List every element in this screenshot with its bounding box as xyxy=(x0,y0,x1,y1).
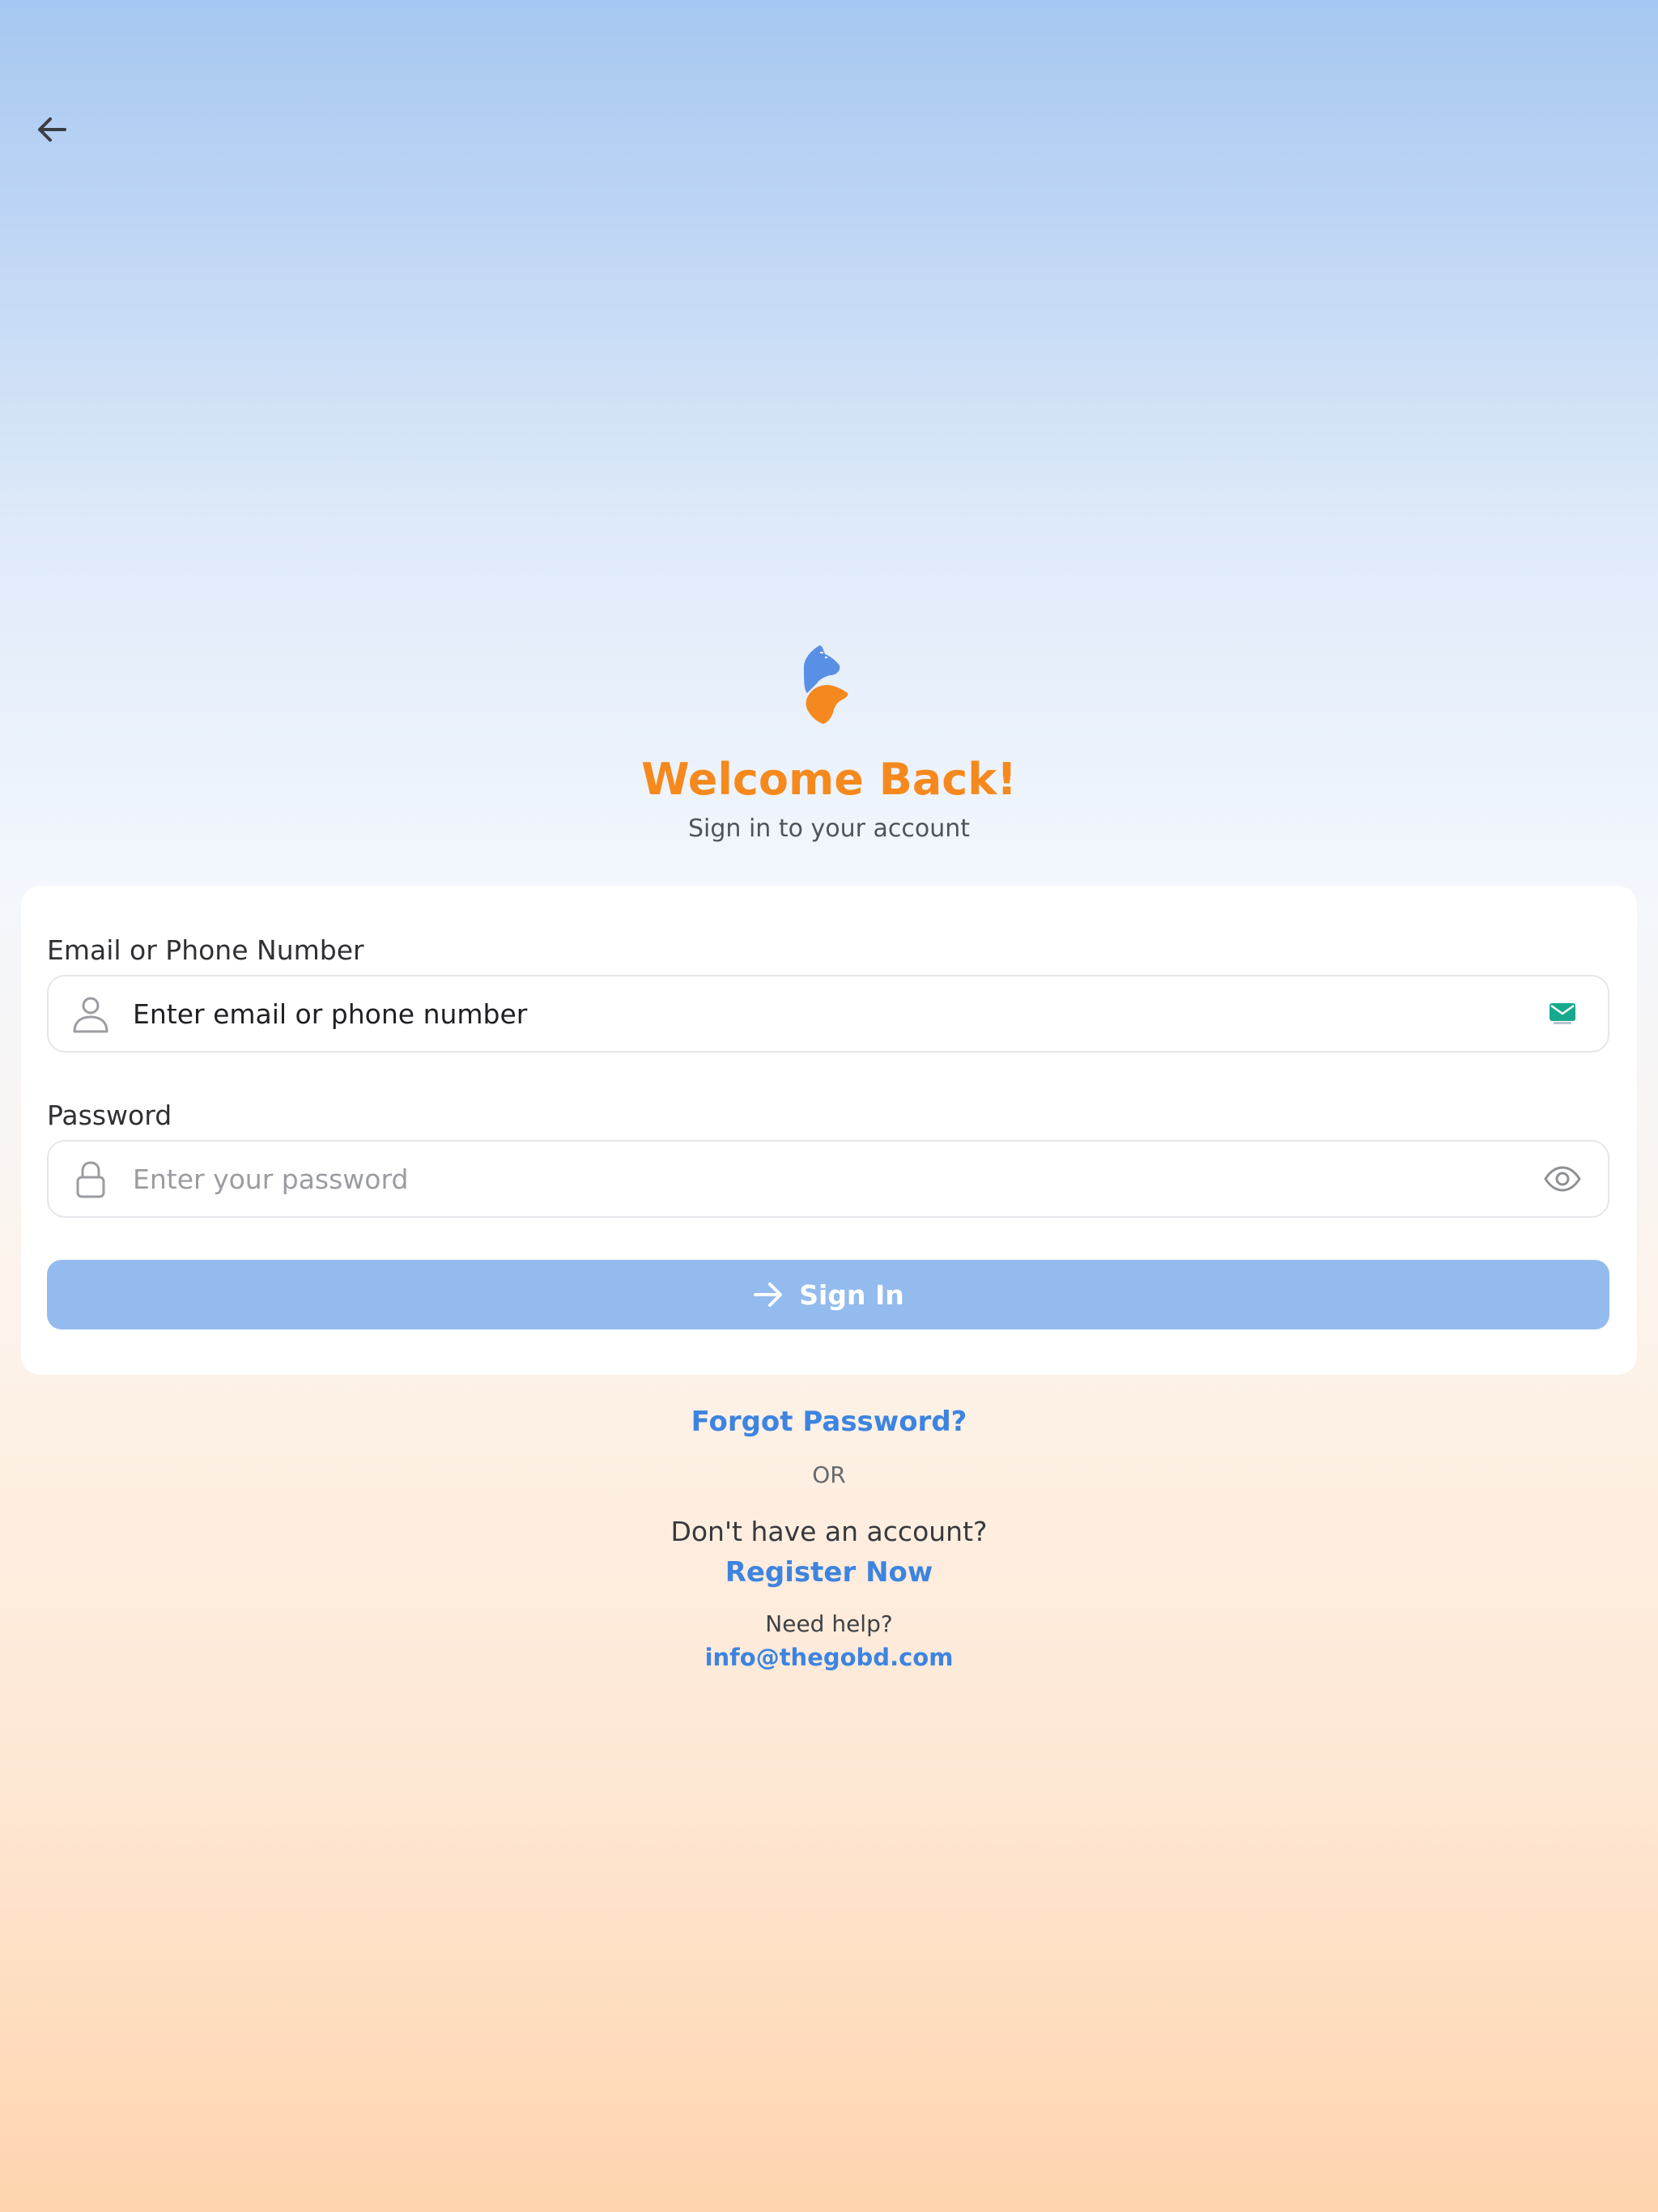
email-input[interactable] xyxy=(133,976,1493,1051)
brand-logo xyxy=(804,645,848,724)
lock-icon xyxy=(76,1161,105,1198)
hero: Welcome Back! Sign in to your account xyxy=(0,640,1658,845)
sign-in-button[interactable]: Sign In xyxy=(47,1260,1609,1329)
email-field[interactable] xyxy=(47,975,1609,1053)
eye-icon[interactable] xyxy=(1541,1159,1584,1198)
forgot-password-link[interactable]: Forgot Password? xyxy=(0,1401,1658,1443)
page-title: Welcome Back! xyxy=(641,754,1017,805)
page-subtitle: Sign in to your account xyxy=(687,815,971,843)
footer-links: Forgot Password? OR Don't have an accoun… xyxy=(0,1401,1658,1674)
password-label: Password xyxy=(47,1100,172,1131)
need-help-text: Need help? xyxy=(765,1610,893,1637)
support-email-link[interactable]: info@thegobd.com xyxy=(0,1640,1658,1674)
back-button[interactable] xyxy=(28,105,76,154)
no-account-text: Don't have an account? xyxy=(670,1516,988,1547)
arrow-right-icon xyxy=(754,1283,783,1307)
or-divider: OR xyxy=(812,1461,846,1488)
email-label: Email or Phone Number xyxy=(47,934,364,966)
user-icon xyxy=(73,997,108,1033)
login-card: Email or Phone Number Password xyxy=(21,886,1637,1375)
mail-icon[interactable] xyxy=(1541,994,1584,1033)
arrow-left-icon xyxy=(38,117,66,142)
sign-in-label: Sign In xyxy=(799,1278,904,1311)
password-input[interactable] xyxy=(133,1142,1493,1216)
password-field[interactable] xyxy=(47,1140,1609,1218)
register-link[interactable]: Register Now xyxy=(0,1553,1658,1592)
